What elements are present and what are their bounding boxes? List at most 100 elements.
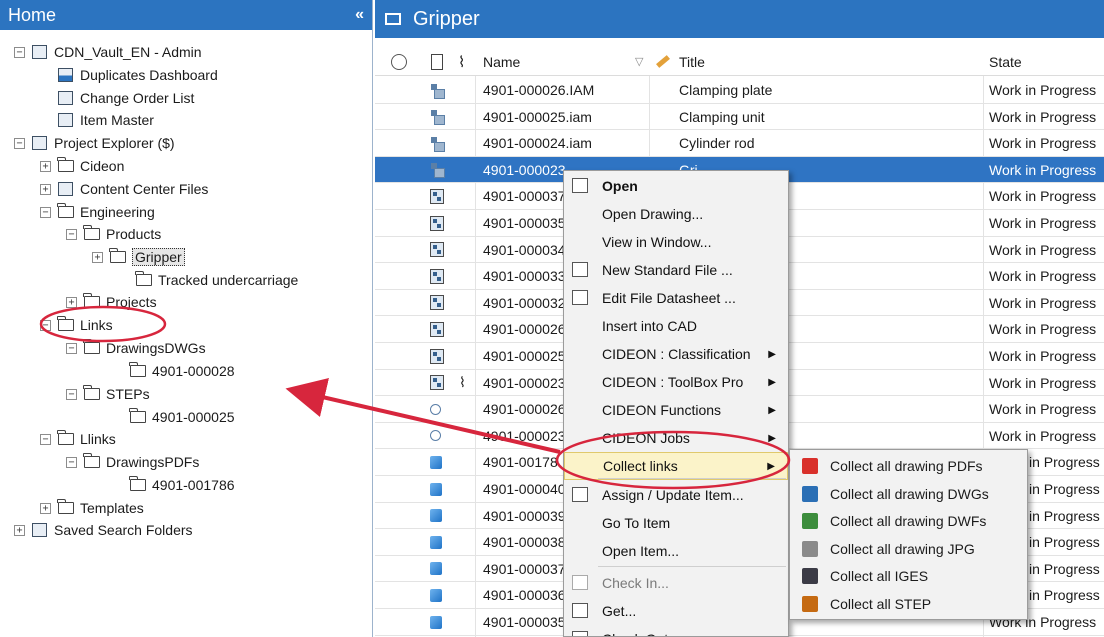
- menu-item-cideon-classification[interactable]: CIDEON : Classification ▶: [564, 340, 788, 368]
- check-out-icon: [572, 631, 588, 636]
- tree-node-2[interactable]: Change Order List: [40, 87, 194, 109]
- table-row[interactable]: 4901-000025.iam Clamping unit Work in Prog…: [375, 104, 1104, 131]
- tree-node-4[interactable]: − Project Explorer ($): [14, 132, 175, 154]
- tree-node-15[interactable]: − STEPs: [66, 383, 150, 405]
- submenu-item-jpg[interactable]: Collect all drawing JPG: [790, 535, 1027, 563]
- tree-node-8[interactable]: − Products: [66, 223, 161, 245]
- project-explorer-icon: [31, 136, 48, 151]
- menu-item-open-drawing[interactable]: Open Drawing...: [564, 200, 788, 228]
- tree-node-7[interactable]: − Engineering: [40, 201, 155, 223]
- check-in-icon: [572, 575, 588, 590]
- tree-node-21[interactable]: + Saved Search Folders: [14, 519, 193, 541]
- tree-node-20[interactable]: + Templates: [40, 497, 144, 519]
- expand-icon[interactable]: +: [40, 160, 51, 172]
- collapse-icon[interactable]: −: [40, 206, 51, 218]
- tree-node-0[interactable]: − CDN_Vault_EN - Admin: [14, 41, 202, 63]
- collapse-icon[interactable]: −: [14, 46, 25, 58]
- menu-item-label: Get...: [602, 603, 637, 619]
- menu-item-open[interactable]: Open: [564, 172, 788, 200]
- tree-node-14[interactable]: 4901-000028: [112, 360, 235, 382]
- tree-node-6[interactable]: + Content Center Files: [40, 178, 208, 200]
- submenu-item-dwf[interactable]: Collect all drawing DWFs: [790, 507, 1027, 535]
- expand-icon[interactable]: +: [66, 296, 77, 308]
- tree-node-label: Templates: [80, 500, 144, 516]
- expand-icon[interactable]: +: [92, 251, 103, 263]
- drawing-icon: [430, 295, 444, 311]
- column-title[interactable]: Title: [679, 49, 879, 75]
- select-all-column[interactable]: [391, 49, 411, 75]
- menu-item-label: Open Item...: [602, 543, 680, 559]
- menu-item-assign-update-item[interactable]: Assign / Update Item...: [564, 481, 788, 509]
- collapse-icon[interactable]: −: [66, 456, 77, 468]
- collapse-icon[interactable]: −: [66, 342, 77, 354]
- tree-node-5[interactable]: + Cideon: [40, 155, 124, 177]
- submenu-item-pdf[interactable]: Collect all drawing PDFs: [790, 452, 1027, 480]
- column-state[interactable]: State: [989, 49, 1104, 75]
- file-list-header: Gripper: [375, 0, 1104, 38]
- submenu-item-iges[interactable]: Collect all IGES: [790, 562, 1027, 590]
- column-name[interactable]: Name: [483, 49, 653, 75]
- tree-node-1[interactable]: Duplicates Dashboard: [40, 64, 218, 86]
- collapse-icon[interactable]: −: [14, 137, 25, 149]
- cell-state: in Progress: [1029, 454, 1100, 471]
- collapse-icon[interactable]: −: [40, 433, 51, 445]
- list-icon: [57, 91, 74, 106]
- attachment-column[interactable]: ⌇: [458, 49, 474, 75]
- collect-links-submenu: Collect all drawing PDFs Collect all draw…: [789, 449, 1028, 620]
- tree-node-label: CDN_Vault_EN - Admin: [54, 44, 202, 60]
- menu-item-check-out[interactable]: Check Out: [564, 625, 788, 636]
- pencil-icon: [656, 55, 670, 68]
- tree-node-18[interactable]: − DrawingsPDFs: [66, 451, 199, 473]
- menu-item-cideon-jobs[interactable]: CIDEON Jobs ▶: [564, 424, 788, 452]
- jpg-icon: [802, 540, 818, 557]
- folder-icon: [83, 225, 100, 242]
- expand-icon[interactable]: +: [14, 524, 25, 536]
- paperclip-icon: ⌇: [459, 374, 466, 391]
- collapse-icon[interactable]: −: [66, 228, 77, 240]
- tree-node-9[interactable]: + Gripper: [92, 246, 185, 268]
- tree-node-13[interactable]: − DrawingsDWGs: [66, 337, 206, 359]
- submenu-item-dwg[interactable]: Collect all drawing DWGs: [790, 480, 1027, 508]
- menu-item-new-standard-file[interactable]: New Standard File ...: [564, 256, 788, 284]
- menu-item-go-to-item[interactable]: Go To Item: [564, 509, 788, 537]
- folder-icon: [129, 362, 146, 379]
- cell-name: 4901-000026.IAM: [483, 82, 595, 98]
- table-row[interactable]: 4901-000026.IAM Clamping plate Work in Pro…: [375, 77, 1104, 104]
- menu-item-label: CIDEON : Classification: [602, 346, 751, 362]
- tree-node-19[interactable]: 4901-001786: [112, 474, 235, 496]
- menu-item-cideon-toolbox-pro[interactable]: CIDEON : ToolBox Pro ▶: [564, 368, 788, 396]
- cell-state: in Progress: [1029, 534, 1100, 551]
- submenu-item-label: Collect all drawing JPG: [830, 540, 975, 557]
- collapse-pane-button[interactable]: «: [355, 6, 364, 24]
- collapse-icon[interactable]: −: [66, 388, 77, 400]
- menu-item-cideon-functions[interactable]: CIDEON Functions ▶: [564, 396, 788, 424]
- collapse-icon[interactable]: −: [40, 319, 51, 331]
- expand-icon[interactable]: +: [40, 502, 51, 514]
- menu-item-collect-links[interactable]: Collect links ▶: [564, 452, 788, 480]
- menu-item-insert-into-cad[interactable]: Insert into CAD: [564, 312, 788, 340]
- tree-node-11[interactable]: + Projects: [66, 291, 157, 313]
- tree-node-16[interactable]: 4901-000025: [112, 406, 235, 428]
- sort-descending-icon[interactable]: ▽: [635, 49, 655, 75]
- datasheet-icon: [572, 290, 588, 305]
- tree-node-17[interactable]: − Llinks: [40, 428, 116, 450]
- expand-icon[interactable]: +: [40, 183, 51, 195]
- tree-node-12[interactable]: − Links: [40, 314, 113, 336]
- menu-item-edit-file-datasheet[interactable]: Edit File Datasheet ...: [564, 284, 788, 312]
- tree-node-10[interactable]: Tracked undercarriage: [118, 269, 298, 291]
- menu-item-view-in-window[interactable]: View in Window...: [564, 228, 788, 256]
- lifecycle-column[interactable]: [656, 49, 676, 75]
- table-row[interactable]: 4901-000024.iam Cylinder rod Work in Progr…: [375, 130, 1104, 157]
- menu-item-open-item[interactable]: Open Item...: [564, 537, 788, 565]
- menu-item-label: Go To Item: [602, 515, 671, 531]
- submenu-item-label: Collect all STEP: [830, 595, 932, 612]
- menu-item-get[interactable]: Get...: [564, 597, 788, 625]
- file-type-column[interactable]: [431, 49, 451, 75]
- submenu-item-step[interactable]: Collect all STEP: [790, 590, 1027, 618]
- tree-node-3[interactable]: Item Master: [40, 109, 154, 131]
- drawing-icon: [430, 188, 444, 204]
- spacer: [40, 92, 51, 104]
- column-state-label: State: [989, 53, 1022, 70]
- assembly-icon: [430, 136, 445, 152]
- drawing-icon: [430, 348, 444, 364]
